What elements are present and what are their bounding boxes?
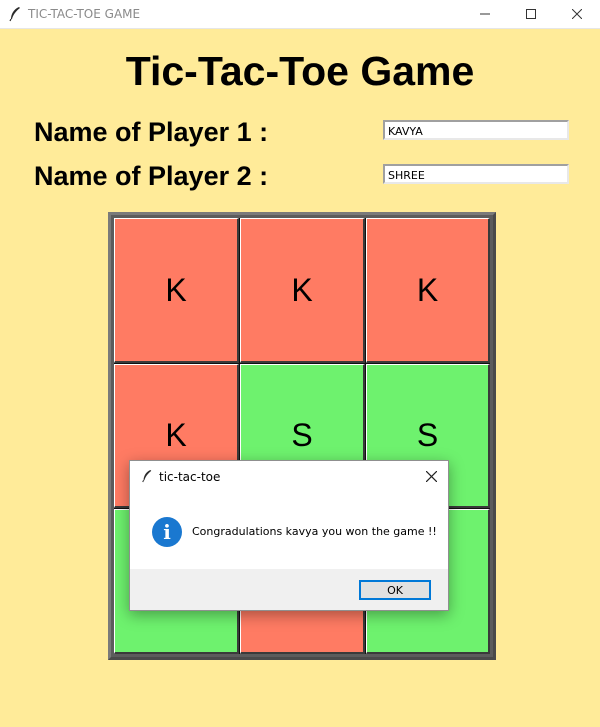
player2-name-input[interactable]: SHREE — [383, 164, 569, 184]
close-icon — [425, 470, 437, 482]
dialog-message: Congradulations kavya you won the game !… — [192, 525, 437, 538]
player2-label: Name of Player 2 : — [34, 161, 269, 191]
win-message-dialog: tic-tac-toe i Congradulations kavya you … — [129, 460, 449, 611]
close-icon — [572, 9, 582, 19]
dialog-title: tic-tac-toe — [159, 470, 221, 484]
window-title: TIC-TAC-TOE GAME — [28, 7, 141, 21]
board-cell-3[interactable]: K — [366, 218, 490, 363]
dialog-footer: OK — [130, 569, 448, 610]
window-titlebar: TIC-TAC-TOE GAME — [0, 0, 600, 29]
ok-button[interactable]: OK — [359, 580, 431, 600]
board-cell-1[interactable]: K — [114, 218, 239, 363]
minimize-button[interactable] — [462, 0, 508, 28]
maximize-icon — [526, 9, 536, 19]
page-title: Tic-Tac-Toe Game — [125, 48, 475, 94]
minimize-icon — [480, 13, 490, 15]
dialog-close-button[interactable] — [422, 467, 440, 485]
info-icon: i — [152, 517, 182, 547]
maximize-button[interactable] — [508, 0, 554, 28]
player1-label: Name of Player 1 : — [34, 117, 269, 147]
close-button[interactable] — [554, 0, 600, 28]
feather-icon — [141, 469, 153, 483]
player1-name-input[interactable]: KAVYA — [383, 120, 569, 140]
board-cell-2[interactable]: K — [240, 218, 365, 363]
feather-icon — [8, 6, 22, 22]
